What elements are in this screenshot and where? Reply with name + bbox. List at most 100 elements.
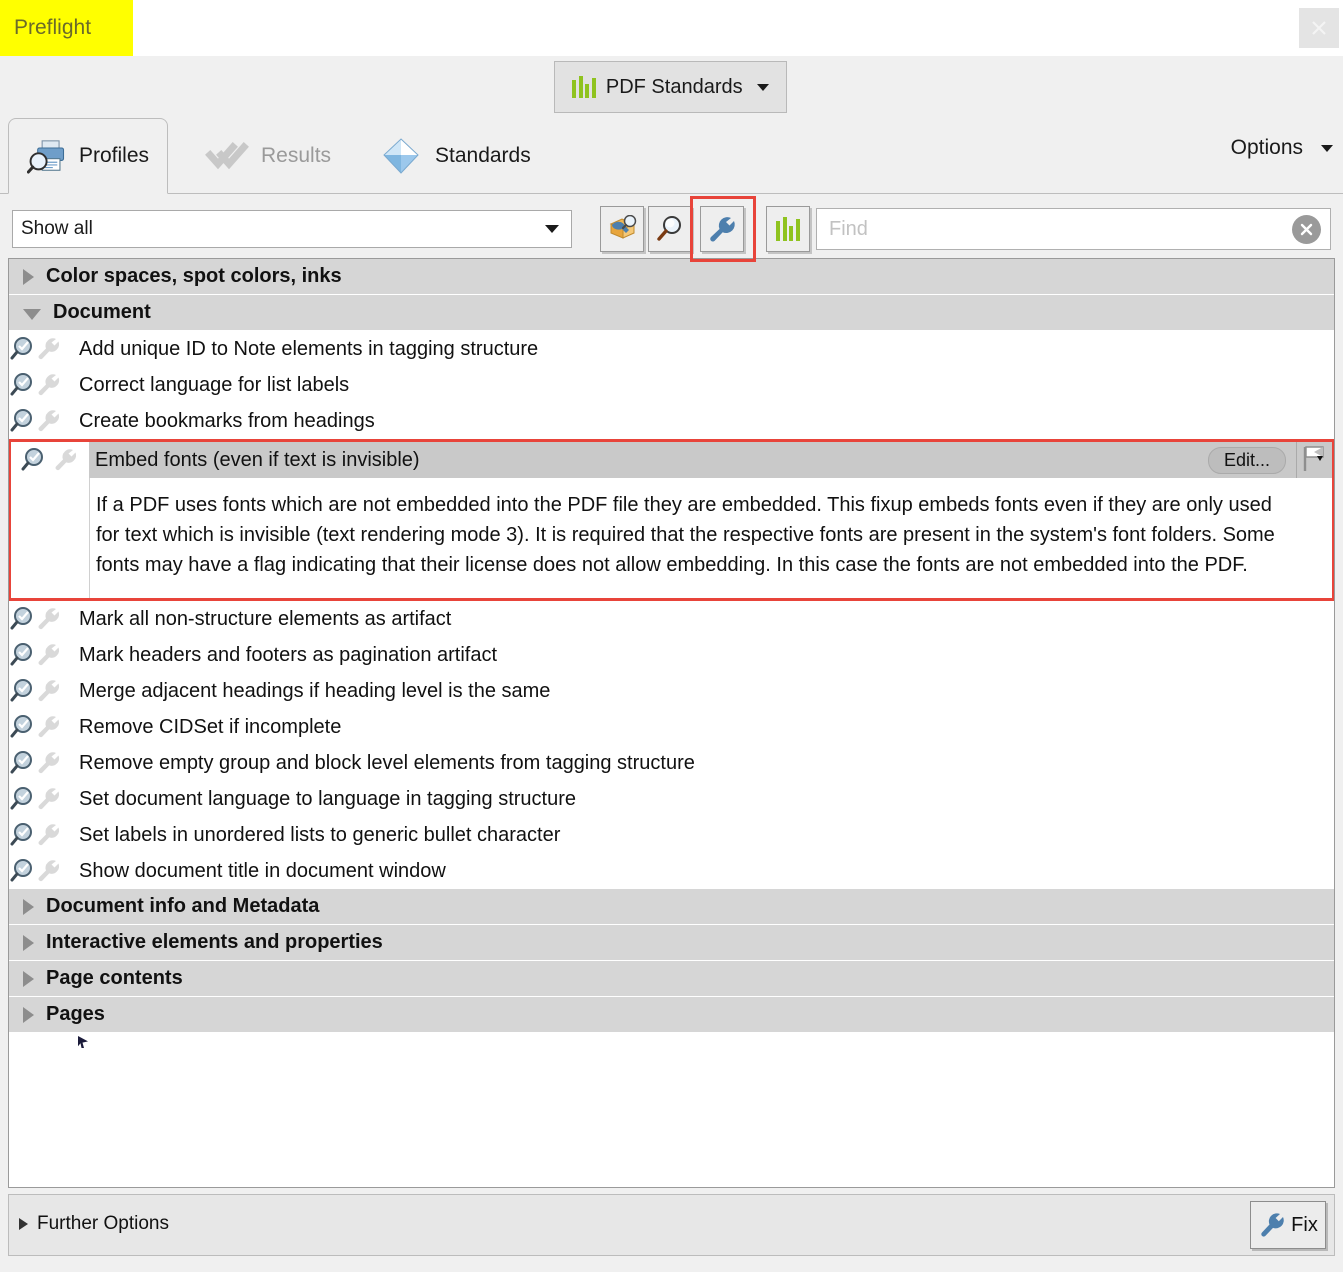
clear-search-button[interactable] (1292, 214, 1321, 244)
group-header-interactive-elements[interactable]: Interactive elements and properties (9, 925, 1334, 961)
chevron-right-icon (23, 1006, 34, 1023)
selected-fixup-item[interactable]: Embed fonts (even if text is invisible) … (9, 439, 1334, 601)
list-item[interactable]: Remove CIDSet if incomplete (9, 709, 1334, 745)
chevron-right-icon (23, 970, 34, 987)
list-item[interactable]: Mark all non-structure elements as artif… (9, 601, 1334, 637)
list-item[interactable]: Set document language to language in tag… (9, 781, 1334, 817)
list-item[interactable]: Remove empty group and block level eleme… (9, 745, 1334, 781)
group-label: Color spaces, spot colors, inks (46, 265, 342, 287)
group-header-page-contents[interactable]: Page contents (9, 961, 1334, 997)
tab-results[interactable]: Results (186, 118, 349, 194)
list-item-label: Set labels in unordered lists to generic… (79, 823, 561, 846)
magnifier-button[interactable] (648, 206, 692, 252)
pdf-standards-label: PDF Standards (605, 75, 743, 98)
wrench-icon (38, 788, 60, 810)
chevron-down-icon (1321, 144, 1333, 152)
magnifier-icon (657, 216, 681, 241)
close-button[interactable] (1299, 8, 1339, 48)
window-title-tab[interactable]: Preflight (0, 0, 133, 56)
group-header-color-spaces[interactable]: Color spaces, spot colors, inks (9, 259, 1334, 295)
list-item-label: Mark headers and footers as pagination a… (79, 643, 498, 666)
chevron-right-icon (23, 934, 34, 951)
edit-button[interactable]: Edit... (1208, 447, 1286, 474)
chevron-down-icon (545, 225, 559, 233)
bar-chart-icon (776, 217, 800, 241)
chevron-right-icon (19, 1218, 28, 1230)
wrench-icon (38, 338, 60, 360)
group-header-document[interactable]: Document (9, 295, 1334, 331)
magnifier-check-icon (10, 859, 32, 882)
list-item[interactable]: Create bookmarks from headings (9, 403, 1334, 439)
tab-results-label: Results (261, 144, 332, 167)
wrench-icon (55, 449, 77, 471)
magnifier-check-icon (10, 751, 32, 774)
wrench-icon (38, 608, 60, 630)
chevron-down-icon (756, 83, 769, 91)
selected-title-bar: Embed fonts (even if text is invisible) … (89, 442, 1296, 478)
search-input[interactable]: Find (816, 208, 1331, 250)
list-item[interactable]: Show document title in document window (9, 853, 1334, 889)
magnifier-check-icon (10, 373, 32, 396)
tab-standards[interactable]: Standards (360, 118, 549, 194)
tab-standards-label: Standards (435, 144, 531, 167)
list-item[interactable]: Merge adjacent headings if heading level… (9, 673, 1334, 709)
fix-button[interactable]: Fix (1250, 1201, 1326, 1249)
wrench-icon (38, 410, 60, 432)
group-label: Document (53, 301, 151, 323)
page-title: Preflight (14, 16, 92, 39)
footer-bar: Further Options Fix (8, 1194, 1335, 1256)
selected-fixup-header[interactable]: Embed fonts (even if text is invisible) … (11, 442, 1332, 478)
standards-bar: PDF Standards (0, 56, 1343, 118)
fixups-wrench-button[interactable] (700, 206, 744, 252)
diamond-icon (383, 138, 419, 174)
wrench-icon (38, 716, 60, 738)
standards-chart-button[interactable] (766, 206, 810, 252)
group-label: Pages (46, 1003, 105, 1025)
close-icon (1312, 21, 1326, 35)
tab-profiles[interactable]: Profiles (8, 118, 168, 194)
preflight-window: Preflight PDF Standards Profiles Results… (0, 0, 1343, 1272)
flag-dropdown-icon (1303, 446, 1324, 471)
wrench-icon (710, 217, 735, 242)
title-bar: Preflight (0, 0, 1343, 56)
group-header-document-info[interactable]: Document info and Metadata (9, 889, 1334, 925)
options-menu-button[interactable]: Options (1231, 136, 1333, 160)
flag-dropdown-button[interactable] (1296, 442, 1332, 478)
filter-dropdown[interactable]: Show all (12, 210, 572, 248)
selected-fixup-title: Embed fonts (even if text is invisible) (95, 448, 420, 471)
wrench-icon (1261, 1213, 1284, 1237)
fixups-list-panel[interactable]: Color spaces, spot colors, inks Document… (8, 258, 1335, 1188)
list-item[interactable]: Mark headers and footers as pagination a… (9, 637, 1334, 673)
further-options-toggle[interactable]: Further Options (19, 1213, 169, 1235)
chevron-right-icon (23, 898, 34, 915)
list-item-label: Remove CIDSet if incomplete (79, 715, 342, 738)
list-item-label: Merge adjacent headings if heading level… (79, 679, 551, 702)
filter-value: Show all (21, 218, 93, 239)
group-label: Document info and Metadata (46, 895, 320, 917)
printer-magnifier-icon (27, 140, 65, 174)
magnifier-check-icon (10, 679, 32, 702)
list-item[interactable]: Set labels in unordered lists to generic… (9, 817, 1334, 853)
wrench-icon (38, 374, 60, 396)
group-label: Interactive elements and properties (46, 931, 383, 953)
list-item-label: Show document title in document window (79, 859, 446, 882)
magnifier-check-icon (10, 337, 32, 360)
chevron-down-icon (23, 309, 41, 320)
find-placeholder: Find (829, 217, 868, 240)
list-item-label: Add unique ID to Note elements in taggin… (79, 337, 539, 360)
list-item[interactable]: Add unique ID to Note elements in taggin… (9, 331, 1334, 367)
pdf-standards-button[interactable]: PDF Standards (554, 61, 787, 113)
further-options-label: Further Options (37, 1213, 169, 1234)
toolbox-button[interactable] (600, 206, 644, 252)
fix-label: Fix (1291, 1213, 1318, 1236)
list-item[interactable]: Correct language for list labels (9, 367, 1334, 403)
options-label: Options (1230, 136, 1303, 159)
toolbox-wrench-magnifier-icon (609, 215, 637, 239)
magnifier-check-icon (10, 409, 32, 432)
group-header-pages[interactable]: Pages (9, 997, 1334, 1033)
tab-strip: Profiles Results Standards Options (0, 118, 1343, 194)
magnifier-check-icon (10, 715, 32, 738)
selected-fixup-description: If a PDF uses fonts which are not embedd… (89, 478, 1296, 598)
tab-profiles-label: Profiles (78, 144, 149, 167)
group-label: Page contents (46, 967, 183, 989)
